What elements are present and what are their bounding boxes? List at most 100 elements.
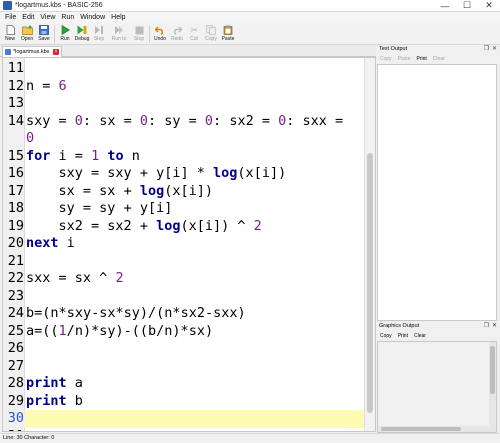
cut-button[interactable]: ✂ Cut: [186, 23, 202, 42]
line-number: 16: [7, 165, 24, 181]
save-button[interactable]: Save: [36, 23, 52, 42]
code-text: sxx = sx ^ 2: [26, 270, 124, 286]
undo-button[interactable]: Undo: [152, 23, 168, 42]
code-line[interactable]: 19 sx2 = sx2 + log(x[i]) ^ 2: [3, 218, 365, 236]
line-number: 19: [7, 217, 24, 234]
line-number: 26: [7, 340, 24, 356]
menu-help[interactable]: Help: [108, 14, 128, 21]
graphics-output-toolbar: Copy Print Clear: [377, 331, 499, 341]
open-button[interactable]: Open: [19, 23, 35, 42]
status-text: Line: 30 Character: 0: [3, 435, 55, 441]
code-text: print b: [26, 392, 83, 409]
code-line[interactable]: 26: [3, 340, 365, 358]
code-line[interactable]: 14 sxy = 0: sx = 0: sy = 0: sx2 = 0: sxx …: [3, 113, 365, 131]
line-number: 20: [7, 235, 24, 251]
code-line[interactable]: 17 sx = sx + log(x[i]): [3, 183, 365, 201]
code-line[interactable]: 11: [3, 60, 365, 78]
code-text: sxy = sxy + y[i] * log(x[i]): [58, 165, 287, 181]
code-line[interactable]: 12 n = 6: [3, 78, 365, 96]
debug-button[interactable]: Debug: [74, 23, 90, 42]
cut-icon: ✂: [190, 25, 198, 35]
scrollbar-thumb[interactable]: [490, 346, 495, 394]
graphics-output-copy[interactable]: Copy: [380, 333, 392, 339]
code-line[interactable]: 30: [3, 410, 365, 428]
line-number: 30: [3, 410, 25, 428]
code-line[interactable]: 13: [3, 95, 365, 113]
step-button[interactable]: Step: [91, 23, 107, 42]
line-number: 24: [7, 305, 24, 321]
stop-icon: [134, 25, 145, 35]
run-to-button[interactable]: Run to: [108, 23, 130, 42]
code-editor[interactable]: 11 12 n = 6 13 14 sxy = 0: sx = 0: sy = 0: sx…: [2, 57, 376, 432]
code-line[interactable]: 28 print a: [3, 375, 365, 393]
code-line[interactable]: 0: [3, 130, 365, 148]
close-panel-icon[interactable]: ✕: [492, 322, 497, 331]
minimize-button[interactable]: —: [434, 0, 456, 12]
line-number: 25: [7, 322, 24, 339]
code-line[interactable]: 16 sxy = sxy + y[i] * log(x[i]): [3, 165, 365, 183]
graphics-output-clear[interactable]: Clear: [414, 333, 426, 339]
scrollbar-thumb[interactable]: [381, 427, 461, 431]
graphics-horizontal-scrollbar[interactable]: [378, 426, 489, 432]
undock-icon[interactable]: ❐: [484, 45, 489, 54]
line-number: 31: [3, 428, 25, 432]
menu-file[interactable]: File: [2, 14, 19, 21]
line-number: 12: [7, 77, 24, 94]
paste-icon: [223, 25, 234, 35]
code-line[interactable]: 21: [3, 253, 365, 271]
stop-button[interactable]: Stop: [131, 23, 147, 42]
editor-vertical-scrollbar[interactable]: [364, 58, 375, 431]
code-line[interactable]: 15 for i = 1 to n: [3, 148, 365, 166]
text-output-clear[interactable]: Clear: [433, 56, 445, 62]
close-button[interactable]: ✕: [478, 0, 500, 12]
code-line[interactable]: 31: [3, 428, 365, 432]
graphics-output-print[interactable]: Print: [398, 333, 408, 339]
paste-button[interactable]: Paste: [220, 23, 236, 42]
text-output-panel: Text Output ❐ ✕ Copy Paste Print Clear: [377, 45, 499, 321]
text-output-paste[interactable]: Paste: [398, 56, 411, 62]
menu-edit[interactable]: Edit: [19, 14, 37, 21]
code-line[interactable]: 24 b=(n*sxy-sx*sy)/(n*sx2-sxx): [3, 305, 365, 323]
menu-run[interactable]: Run: [58, 14, 77, 21]
redo-button[interactable]: Redo: [169, 23, 185, 42]
copy-button[interactable]: Copy: [203, 23, 219, 42]
text-output-copy[interactable]: Copy: [380, 56, 392, 62]
text-output-area[interactable]: [377, 64, 497, 321]
open-folder-icon: [21, 25, 33, 35]
run-icon: [60, 25, 71, 35]
run-button[interactable]: Run: [57, 23, 73, 42]
code-line[interactable]: 23: [3, 288, 365, 306]
menu-window[interactable]: Window: [77, 14, 108, 21]
text-output-print[interactable]: Print: [416, 56, 426, 62]
code-text: a=((1/n)*sy)-((b/n)*sx): [26, 322, 214, 339]
close-tab-icon[interactable]: ×: [53, 49, 59, 55]
step-icon: [94, 25, 105, 35]
code-line[interactable]: 18 sy = sy + y[i]: [3, 200, 365, 218]
line-number: 28: [7, 375, 24, 391]
graphics-output-area[interactable]: [377, 341, 497, 433]
line-number: 15: [7, 147, 24, 164]
toolbar-separator: [54, 25, 55, 43]
code-line[interactable]: 20 next i: [3, 235, 365, 253]
new-button[interactable]: New: [2, 23, 18, 42]
code-line[interactable]: 22 sxx = sx ^ 2: [3, 270, 365, 288]
close-panel-icon[interactable]: ✕: [492, 45, 497, 54]
line-number: 11: [7, 60, 24, 76]
tab-logartmus[interactable]: *logartmus.kbs ×: [2, 46, 62, 57]
tab-label: *logartmus.kbs: [13, 49, 50, 55]
graphics-vertical-scrollbar[interactable]: [489, 342, 496, 432]
code-text: n = 6: [26, 77, 67, 94]
maximize-button[interactable]: ☐: [456, 0, 478, 12]
code-text: sy = sy + y[i]: [58, 200, 173, 216]
code-line[interactable]: 25 a=((1/n)*sy)-((b/n)*sx): [3, 323, 365, 341]
run-to-icon: [114, 25, 125, 35]
line-number: 29: [7, 392, 24, 409]
undock-icon[interactable]: ❐: [484, 322, 489, 331]
toolbar-separator: [149, 25, 150, 43]
undo-icon: [155, 25, 166, 35]
code-line[interactable]: 29 print b: [3, 393, 365, 411]
text-output-toolbar: Copy Paste Print Clear: [377, 54, 499, 64]
scrollbar-thumb[interactable]: [367, 153, 373, 413]
menu-view[interactable]: View: [37, 14, 58, 21]
code-line[interactable]: 27: [3, 358, 365, 376]
